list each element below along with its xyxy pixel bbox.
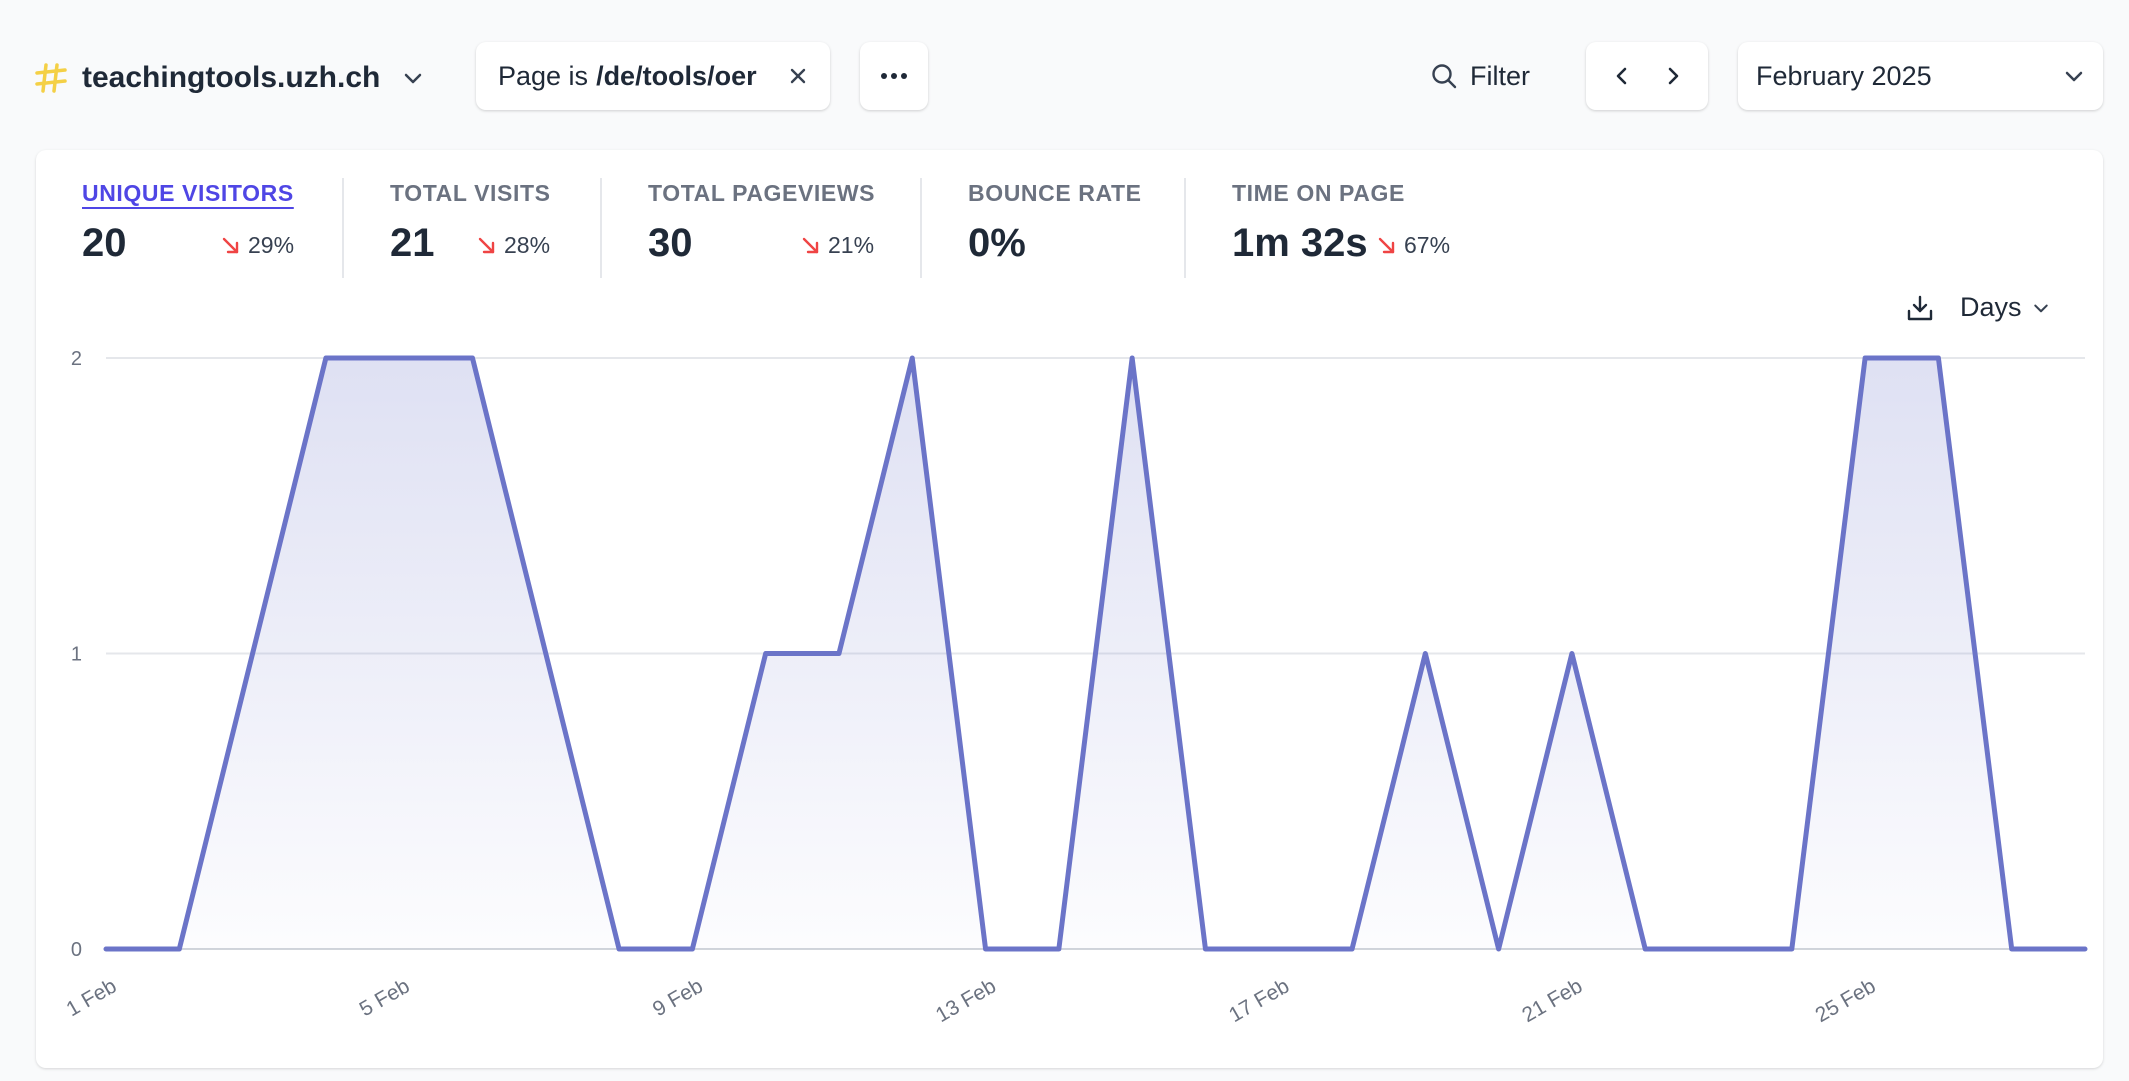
data-point[interactable] xyxy=(469,355,475,361)
x-tick-label: 1 Feb xyxy=(62,974,120,1021)
x-tick-label: 21 Feb xyxy=(1518,974,1586,1027)
data-point[interactable] xyxy=(616,946,622,952)
data-point[interactable] xyxy=(983,946,989,952)
data-point[interactable] xyxy=(103,946,109,952)
x-tick-label: 13 Feb xyxy=(932,974,1000,1027)
data-point[interactable] xyxy=(763,651,769,657)
y-tick-label: 1 xyxy=(71,644,82,666)
data-point[interactable] xyxy=(1642,946,1648,952)
visitors-chart: 0 1 2 1 Feb 5 Feb 9 Feb 13 Feb 17 Feb 21 Feb 25 … xyxy=(62,348,2088,1027)
x-tick-label: 9 Feb xyxy=(649,974,707,1021)
data-point[interactable] xyxy=(1422,651,1428,657)
data-point[interactable] xyxy=(323,355,329,361)
data-point[interactable] xyxy=(396,355,402,361)
data-point[interactable] xyxy=(2082,946,2088,952)
data-point[interactable] xyxy=(1202,946,1208,952)
data-point[interactable] xyxy=(1569,651,1575,657)
y-tick-label: 2 xyxy=(71,348,82,370)
data-point[interactable] xyxy=(1716,946,1722,952)
x-tick-label: 5 Feb xyxy=(356,974,414,1021)
data-point[interactable] xyxy=(1789,946,1795,952)
data-point[interactable] xyxy=(250,651,256,657)
data-point[interactable] xyxy=(1935,355,1941,361)
data-point[interactable] xyxy=(1276,946,1282,952)
x-tick-label: 17 Feb xyxy=(1225,974,1293,1027)
y-tick-label: 0 xyxy=(71,939,82,961)
data-point[interactable] xyxy=(543,651,549,657)
data-point[interactable] xyxy=(176,946,182,952)
data-point[interactable] xyxy=(2009,946,2015,952)
x-tick-label: 25 Feb xyxy=(1811,974,1879,1027)
data-point[interactable] xyxy=(836,651,842,657)
data-point[interactable] xyxy=(1496,946,1502,952)
data-point[interactable] xyxy=(1862,355,1868,361)
data-point[interactable] xyxy=(1056,946,1062,952)
data-point[interactable] xyxy=(689,946,695,952)
data-point[interactable] xyxy=(909,355,915,361)
data-point[interactable] xyxy=(1349,946,1355,952)
data-point[interactable] xyxy=(1129,355,1135,361)
